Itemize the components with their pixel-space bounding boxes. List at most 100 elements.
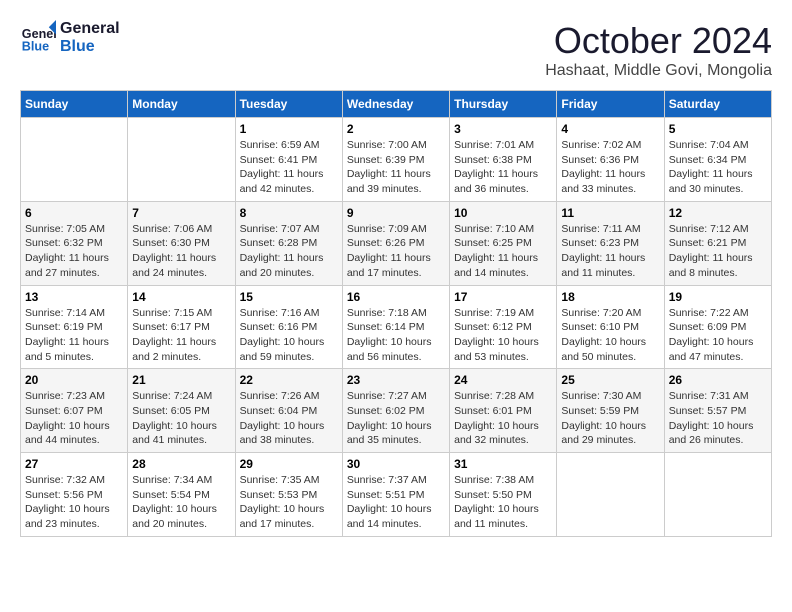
daylight: Daylight: 10 hours and 26 minutes.	[669, 420, 754, 447]
day-number: 17	[454, 290, 552, 304]
calendar-week-row: 20 Sunrise: 7:23 AM Sunset: 6:07 PM Dayl…	[21, 369, 772, 453]
sunset: Sunset: 6:10 PM	[561, 321, 639, 333]
daylight: Daylight: 10 hours and 44 minutes.	[25, 420, 110, 447]
day-info: Sunrise: 7:09 AM Sunset: 6:26 PM Dayligh…	[347, 222, 445, 281]
sunrise: Sunrise: 7:34 AM	[132, 474, 212, 486]
day-number: 4	[561, 122, 659, 136]
sunrise: Sunrise: 7:38 AM	[454, 474, 534, 486]
sunrise: Sunrise: 7:06 AM	[132, 223, 212, 235]
calendar-cell: 17 Sunrise: 7:19 AM Sunset: 6:12 PM Dayl…	[450, 285, 557, 369]
day-number: 7	[132, 206, 230, 220]
calendar-cell: 1 Sunrise: 6:59 AM Sunset: 6:41 PM Dayli…	[235, 118, 342, 202]
sunrise: Sunrise: 7:30 AM	[561, 390, 641, 402]
day-info: Sunrise: 7:02 AM Sunset: 6:36 PM Dayligh…	[561, 138, 659, 197]
sunset: Sunset: 6:09 PM	[669, 321, 747, 333]
day-number: 3	[454, 122, 552, 136]
calendar-week-row: 1 Sunrise: 6:59 AM Sunset: 6:41 PM Dayli…	[21, 118, 772, 202]
logo-icon: General Blue	[20, 20, 56, 56]
day-info: Sunrise: 7:10 AM Sunset: 6:25 PM Dayligh…	[454, 222, 552, 281]
day-number: 12	[669, 206, 767, 220]
day-info: Sunrise: 7:37 AM Sunset: 5:51 PM Dayligh…	[347, 473, 445, 532]
calendar-cell: 13 Sunrise: 7:14 AM Sunset: 6:19 PM Dayl…	[21, 285, 128, 369]
sunrise: Sunrise: 7:05 AM	[25, 223, 105, 235]
day-number: 23	[347, 373, 445, 387]
daylight: Daylight: 11 hours and 36 minutes.	[454, 168, 538, 195]
page-header: General Blue General Blue October 2024 H…	[20, 20, 772, 80]
month-title: October 2024	[545, 20, 772, 62]
day-number: 8	[240, 206, 338, 220]
calendar-cell: 28 Sunrise: 7:34 AM Sunset: 5:54 PM Dayl…	[128, 453, 235, 537]
svg-text:Blue: Blue	[22, 40, 49, 54]
calendar-cell: 16 Sunrise: 7:18 AM Sunset: 6:14 PM Dayl…	[342, 285, 449, 369]
day-number: 29	[240, 457, 338, 471]
sunrise: Sunrise: 7:31 AM	[669, 390, 749, 402]
daylight: Daylight: 11 hours and 20 minutes.	[240, 252, 324, 279]
calendar-header-row: SundayMondayTuesdayWednesdayThursdayFrid…	[21, 91, 772, 118]
weekday-header: Wednesday	[342, 91, 449, 118]
daylight: Daylight: 10 hours and 53 minutes.	[454, 336, 539, 363]
sunset: Sunset: 6:41 PM	[240, 154, 318, 166]
sunrise: Sunrise: 7:02 AM	[561, 139, 641, 151]
sunrise: Sunrise: 7:09 AM	[347, 223, 427, 235]
sunset: Sunset: 6:30 PM	[132, 237, 210, 249]
day-number: 5	[669, 122, 767, 136]
sunset: Sunset: 6:12 PM	[454, 321, 532, 333]
daylight: Daylight: 11 hours and 24 minutes.	[132, 252, 216, 279]
daylight: Daylight: 10 hours and 41 minutes.	[132, 420, 217, 447]
day-number: 15	[240, 290, 338, 304]
daylight: Daylight: 10 hours and 50 minutes.	[561, 336, 646, 363]
daylight: Daylight: 11 hours and 5 minutes.	[25, 336, 109, 363]
day-info: Sunrise: 7:00 AM Sunset: 6:39 PM Dayligh…	[347, 138, 445, 197]
day-info: Sunrise: 7:07 AM Sunset: 6:28 PM Dayligh…	[240, 222, 338, 281]
sunset: Sunset: 6:21 PM	[669, 237, 747, 249]
day-number: 20	[25, 373, 123, 387]
daylight: Daylight: 11 hours and 11 minutes.	[561, 252, 645, 279]
calendar-cell: 12 Sunrise: 7:12 AM Sunset: 6:21 PM Dayl…	[664, 201, 771, 285]
sunset: Sunset: 6:36 PM	[561, 154, 639, 166]
day-number: 25	[561, 373, 659, 387]
calendar-cell: 29 Sunrise: 7:35 AM Sunset: 5:53 PM Dayl…	[235, 453, 342, 537]
sunrise: Sunrise: 7:16 AM	[240, 307, 320, 319]
calendar-cell: 6 Sunrise: 7:05 AM Sunset: 6:32 PM Dayli…	[21, 201, 128, 285]
daylight: Daylight: 11 hours and 2 minutes.	[132, 336, 216, 363]
day-info: Sunrise: 7:28 AM Sunset: 6:01 PM Dayligh…	[454, 389, 552, 448]
day-info: Sunrise: 7:34 AM Sunset: 5:54 PM Dayligh…	[132, 473, 230, 532]
sunrise: Sunrise: 7:32 AM	[25, 474, 105, 486]
sunrise: Sunrise: 7:15 AM	[132, 307, 212, 319]
day-info: Sunrise: 7:38 AM Sunset: 5:50 PM Dayligh…	[454, 473, 552, 532]
day-info: Sunrise: 7:01 AM Sunset: 6:38 PM Dayligh…	[454, 138, 552, 197]
logo: General Blue General Blue	[20, 20, 120, 56]
sunset: Sunset: 5:59 PM	[561, 405, 639, 417]
sunset: Sunset: 6:19 PM	[25, 321, 103, 333]
sunrise: Sunrise: 7:24 AM	[132, 390, 212, 402]
daylight: Daylight: 10 hours and 14 minutes.	[347, 503, 432, 530]
sunrise: Sunrise: 7:11 AM	[561, 223, 640, 235]
day-info: Sunrise: 7:24 AM Sunset: 6:05 PM Dayligh…	[132, 389, 230, 448]
day-info: Sunrise: 7:11 AM Sunset: 6:23 PM Dayligh…	[561, 222, 659, 281]
sunrise: Sunrise: 7:00 AM	[347, 139, 427, 151]
sunset: Sunset: 5:57 PM	[669, 405, 747, 417]
day-number: 22	[240, 373, 338, 387]
day-number: 19	[669, 290, 767, 304]
daylight: Daylight: 10 hours and 11 minutes.	[454, 503, 539, 530]
title-area: October 2024 Hashaat, Middle Govi, Mongo…	[545, 20, 772, 80]
calendar-cell: 3 Sunrise: 7:01 AM Sunset: 6:38 PM Dayli…	[450, 118, 557, 202]
day-number: 30	[347, 457, 445, 471]
daylight: Daylight: 10 hours and 32 minutes.	[454, 420, 539, 447]
sunset: Sunset: 6:01 PM	[454, 405, 532, 417]
day-info: Sunrise: 7:16 AM Sunset: 6:16 PM Dayligh…	[240, 306, 338, 365]
sunset: Sunset: 6:02 PM	[347, 405, 425, 417]
calendar-cell: 8 Sunrise: 7:07 AM Sunset: 6:28 PM Dayli…	[235, 201, 342, 285]
calendar-cell: 7 Sunrise: 7:06 AM Sunset: 6:30 PM Dayli…	[128, 201, 235, 285]
calendar-cell: 20 Sunrise: 7:23 AM Sunset: 6:07 PM Dayl…	[21, 369, 128, 453]
day-info: Sunrise: 7:05 AM Sunset: 6:32 PM Dayligh…	[25, 222, 123, 281]
day-number: 21	[132, 373, 230, 387]
calendar-cell: 11 Sunrise: 7:11 AM Sunset: 6:23 PM Dayl…	[557, 201, 664, 285]
weekday-header: Friday	[557, 91, 664, 118]
sunrise: Sunrise: 7:23 AM	[25, 390, 105, 402]
day-number: 18	[561, 290, 659, 304]
calendar-cell: 30 Sunrise: 7:37 AM Sunset: 5:51 PM Dayl…	[342, 453, 449, 537]
day-info: Sunrise: 7:14 AM Sunset: 6:19 PM Dayligh…	[25, 306, 123, 365]
sunrise: Sunrise: 7:07 AM	[240, 223, 320, 235]
calendar-table: SundayMondayTuesdayWednesdayThursdayFrid…	[20, 90, 772, 537]
